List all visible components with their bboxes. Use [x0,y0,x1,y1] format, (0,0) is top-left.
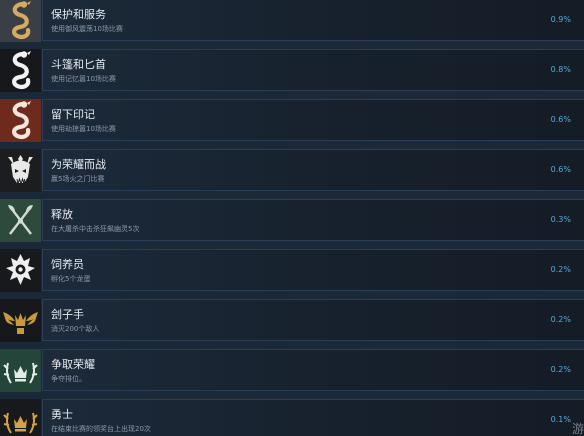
achievement-description: 在大屠杀中击杀狂飙幽灵5次 [51,225,140,233]
horned-emblem-icon [0,249,41,292]
antler-crown-icon [0,399,41,436]
achievement-panel: 释放在大屠杀中击杀狂飙幽灵5次 0.3% [42,199,584,241]
achievement-panel: 留下印记使用劫掠嚣10场比赛 0.6% [42,99,584,141]
achievement-description: 在结束比赛的领奖台上出现20次 [51,425,151,433]
achievement-unlock-percent: 0.2% [550,365,571,374]
achievement-description: 消灭200个敌人 [51,325,100,333]
achievement-panel: 饲养员孵化5个龙蛋 0.2% [42,249,584,291]
winged-crown-icon [0,299,41,342]
achievement-description: 孵化5个龙蛋 [51,275,91,283]
achievement-title: 刽子手 [51,308,84,321]
achievement-panel: 刽子手消灭200个敌人 0.2% [42,299,584,341]
achievement-unlock-percent: 0.8% [550,65,571,74]
achievement-row[interactable]: 争取荣耀争夺排位。 0.2% [0,349,584,392]
achievement-title: 释放 [51,208,73,221]
achievement-row[interactable]: 斗篷和匕首使用记忆嚣10场比赛 0.8% [0,49,584,92]
achievement-title: 保护和服务 [51,8,106,21]
serpent-icon [0,99,41,142]
achievement-row[interactable]: 勇士在结束比赛的领奖台上出现20次 0.1% [0,399,584,436]
achievement-title: 勇士 [51,408,73,421]
achievement-title: 饲养员 [51,258,84,271]
achievement-unlock-percent: 0.2% [550,315,571,324]
achievement-unlock-percent: 0.6% [550,115,571,124]
achievement-title: 留下印记 [51,108,95,121]
achievement-title: 斗篷和匕首 [51,58,106,71]
achievement-unlock-percent: 0.1% [550,415,571,424]
achievement-title: 争取荣耀 [51,358,95,371]
achievement-unlock-percent: 0.6% [550,165,571,174]
achievement-description: 使用御风震荡10场比赛 [51,25,123,33]
achievement-row[interactable]: 释放在大屠杀中击杀狂飙幽灵5次 0.3% [0,199,584,242]
achievement-description: 赢5场火之门比赛 [51,175,105,183]
achievement-row[interactable]: 留下印记使用劫掠嚣10场比赛 0.6% [0,99,584,142]
achievement-description: 使用记忆嚣10场比赛 [51,75,116,83]
achievement-unlock-percent: 0.9% [550,15,571,24]
achievement-description: 争夺排位。 [51,375,86,383]
serpent-icon [0,49,41,92]
crossed-axes-icon [0,199,41,242]
achievement-row[interactable]: 刽子手消灭200个敌人 0.2% [0,299,584,342]
achievement-description: 使用劫掠嚣10场比赛 [51,125,116,133]
achievement-unlock-percent: 0.3% [550,215,571,224]
achievement-panel: 斗篷和匕首使用记忆嚣10场比赛 0.8% [42,49,584,91]
achievement-panel: 保护和服务使用御风震荡10场比赛 0.9% [42,0,584,41]
antler-crown-icon [0,349,41,392]
achievement-list: 保护和服务使用御风震荡10场比赛 0.9% 斗篷和匕首使用记忆嚣10场比赛 0.8% 留… [0,0,584,436]
achievement-row[interactable]: 保护和服务使用御风震荡10场比赛 0.9% [0,0,584,42]
achievement-panel: 为荣耀而战赢5场火之门比赛 0.6% [42,149,584,191]
achievement-row[interactable]: 为荣耀而战赢5场火之门比赛 0.6% [0,149,584,192]
serpent-icon [0,0,41,42]
achievement-title: 为荣耀而战 [51,158,106,171]
achievement-panel: 勇士在结束比赛的领奖台上出现20次 0.1% [42,399,584,436]
achievement-panel: 争取荣耀争夺排位。 0.2% [42,349,584,391]
demon-skull-icon [0,149,41,192]
achievement-row[interactable]: 饲养员孵化5个龙蛋 0.2% [0,249,584,292]
achievement-unlock-percent: 0.2% [550,265,571,274]
